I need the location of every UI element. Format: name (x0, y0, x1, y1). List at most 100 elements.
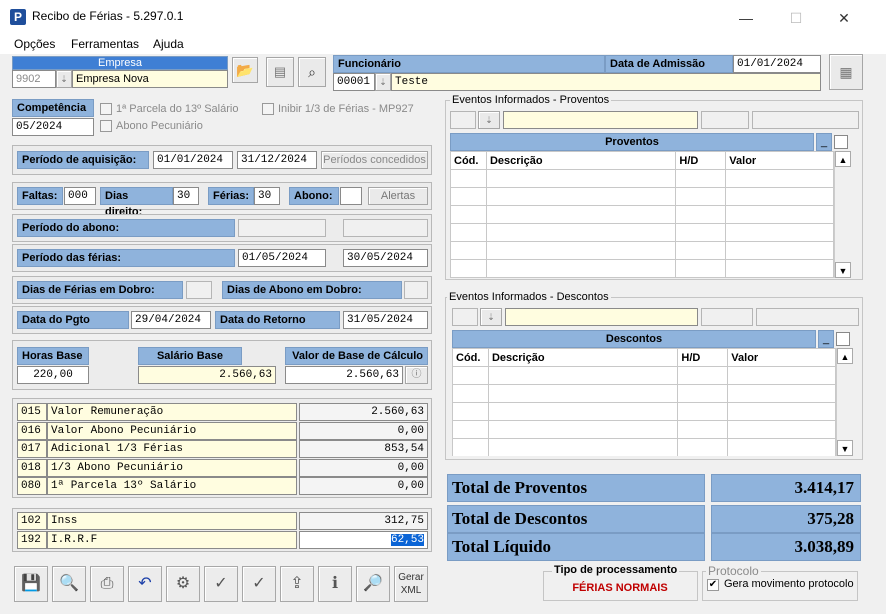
grid-cell[interactable] (487, 366, 679, 385)
parcela13-checkbox[interactable] (100, 103, 112, 115)
grid-cell[interactable] (727, 402, 836, 421)
prov-evento-desc[interactable] (503, 111, 698, 129)
gera-protocolo-checkbox[interactable]: ✔ (707, 579, 719, 591)
funcionario-code-input[interactable]: 00001 (333, 73, 375, 91)
prov-evento-code[interactable] (450, 111, 476, 129)
confirm-icon[interactable]: ✓ (242, 566, 276, 602)
prov-evento-hd[interactable] (701, 111, 749, 129)
grid-cell[interactable] (450, 259, 487, 278)
empresa-lookup-icon[interactable]: ⇣ (56, 70, 72, 88)
desc-evento-hd[interactable] (701, 308, 753, 326)
document-icon[interactable]: ▤ (266, 57, 294, 87)
open-folder-icon[interactable]: 📂 (232, 57, 258, 83)
grid-cell[interactable] (485, 223, 677, 242)
grid-cell[interactable] (487, 438, 679, 456)
grid-row[interactable] (452, 384, 836, 403)
prov-evento-valor[interactable] (752, 111, 859, 129)
grid-cell[interactable] (725, 187, 834, 206)
abono-end-input[interactable] (343, 219, 428, 237)
desc-evento-code[interactable] (452, 308, 478, 326)
pgto-date[interactable]: 29/04/2024 (131, 311, 211, 329)
grid-row[interactable] (450, 223, 834, 242)
provento-item-value[interactable]: 0,00 (299, 421, 428, 440)
undo-icon[interactable]: ↶ (128, 566, 162, 602)
faltas-input[interactable]: 000 (64, 187, 96, 205)
alertas-button[interactable]: Alertas (368, 187, 428, 205)
ferias-start[interactable]: 01/05/2024 (238, 249, 326, 267)
grid-column-header[interactable]: Cód. (452, 348, 489, 367)
export-icon[interactable]: ⇪ (280, 566, 314, 602)
provento-item-value[interactable]: 853,54 (299, 440, 428, 458)
save-icon[interactable]: 💾 (14, 566, 48, 602)
competencia-input[interactable]: 05/2024 (12, 118, 94, 136)
horas-base-input[interactable]: 220,00 (17, 366, 89, 384)
maximize-button[interactable]: ☐ (780, 6, 812, 30)
inibir-checkbox[interactable] (262, 103, 274, 115)
desc-evento-valor[interactable] (756, 308, 859, 326)
grid-cell[interactable] (725, 241, 834, 260)
grid-cell[interactable] (725, 223, 834, 242)
grid-cell[interactable] (485, 187, 677, 206)
provento-item-value[interactable]: 2.560,63 (299, 403, 428, 421)
desc-scroll-up-icon[interactable]: ▲ (837, 348, 853, 364)
irrf-selected-value[interactable]: 62,53 (390, 534, 424, 546)
grid-cell[interactable] (450, 187, 487, 206)
gerar-xml-button[interactable]: Gerar XML (394, 566, 428, 602)
prov-scroll-up-icon[interactable]: ▲ (835, 151, 851, 167)
grid-cell[interactable] (677, 420, 729, 439)
grid-cell[interactable] (725, 259, 834, 278)
grid-cell[interactable] (452, 366, 489, 385)
grid-cell[interactable] (677, 402, 729, 421)
grid-cell[interactable] (452, 420, 489, 439)
abono-start-input[interactable] (238, 219, 326, 237)
desc-scroll-down-icon[interactable]: ▼ (837, 440, 853, 456)
search-icon[interactable]: 🔍 (52, 566, 86, 602)
grid-row[interactable] (450, 187, 834, 206)
minimize-button[interactable]: — (730, 6, 762, 30)
prov-scrollbar[interactable]: ▲ ▼ (834, 151, 852, 278)
help-icon[interactable]: ℹ (318, 566, 352, 602)
grid-column-header[interactable]: Valor (727, 348, 836, 367)
grid-column-header[interactable]: Descrição (487, 348, 679, 367)
empresa-name-input[interactable]: Empresa Nova (72, 70, 228, 88)
desc-evento-lookup-icon[interactable]: ⇣ (480, 308, 502, 326)
prov-scroll-down-icon[interactable]: ▼ (835, 262, 851, 278)
prov-minimize-icon[interactable]: _ (816, 133, 832, 151)
grid-cell[interactable] (485, 205, 677, 224)
grid-cell[interactable] (677, 366, 729, 385)
grid-cell[interactable] (675, 223, 727, 242)
periodos-concedidos-button[interactable]: Períodos concedidos (321, 151, 428, 169)
funcionario-lookup-icon[interactable]: ⇣ (375, 73, 391, 91)
grid-row[interactable] (452, 402, 836, 421)
grid-cell[interactable] (725, 205, 834, 224)
grid-column-header[interactable]: H/D (675, 151, 727, 170)
grid-cell[interactable] (452, 402, 489, 421)
grid-cell[interactable] (485, 259, 677, 278)
grid-row[interactable] (450, 241, 834, 260)
grid-row[interactable] (452, 366, 836, 385)
dias-direito-input[interactable]: 30 (173, 187, 199, 205)
close-button[interactable]: ✕ (828, 6, 860, 30)
disabled-tool-icon[interactable]: ⚙ (166, 566, 200, 602)
grid-row[interactable] (452, 438, 836, 456)
proventos-grid[interactable]: Cód. Descrição H/D Valor (450, 151, 834, 278)
zoom-report-icon[interactable]: 🔎 (356, 566, 390, 602)
desc-evento-desc[interactable] (505, 308, 698, 326)
grid-cell[interactable] (487, 402, 679, 421)
grid-column-header[interactable]: Valor (725, 151, 834, 170)
grid-cell[interactable] (485, 169, 677, 188)
check-icon[interactable]: ✓ (204, 566, 238, 602)
abono-dobro-input[interactable] (404, 281, 428, 299)
print-icon[interactable]: ⎙ (90, 566, 124, 602)
grid-column-header[interactable]: H/D (677, 348, 729, 367)
admissao-date[interactable]: 01/01/2024 (733, 55, 821, 73)
search-document-icon[interactable]: ⌕ (298, 57, 326, 87)
grid-cell[interactable] (450, 169, 487, 188)
aquisicao-start[interactable]: 01/01/2024 (153, 151, 233, 169)
abono-dias-input[interactable] (340, 187, 362, 205)
grid-cell[interactable] (485, 241, 677, 260)
abono-checkbox[interactable] (100, 120, 112, 132)
desc-minimize-icon[interactable]: _ (818, 330, 834, 348)
retorno-date[interactable]: 31/05/2024 (343, 311, 428, 329)
prov-maximize-icon[interactable] (834, 135, 848, 149)
